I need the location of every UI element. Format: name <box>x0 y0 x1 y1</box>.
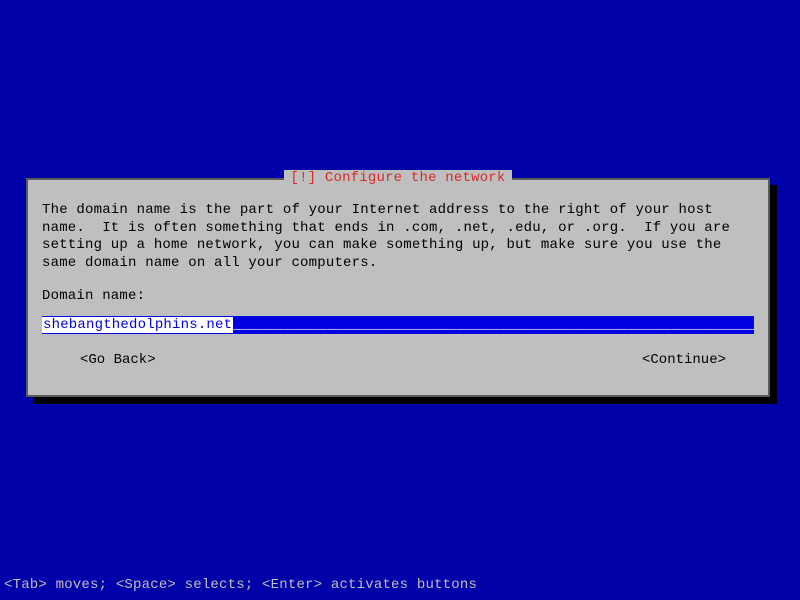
installer-screen: [!] Configure the network The domain nam… <box>0 0 800 600</box>
continue-button[interactable]: <Continue> <box>642 352 726 368</box>
go-back-button[interactable]: <Go Back> <box>80 352 156 368</box>
keyboard-hint: <Tab> moves; <Space> selects; <Enter> ac… <box>0 577 481 595</box>
help-text: The domain name is the part of your Inte… <box>42 202 754 272</box>
domain-name-value: shebangthedolphins.net <box>42 316 233 334</box>
configure-network-dialog: [!] Configure the network The domain nam… <box>26 178 770 397</box>
button-row: <Go Back> <Continue> <box>42 352 754 376</box>
dialog-body: The domain name is the part of your Inte… <box>28 180 768 384</box>
input-underscore-fill: ________________________________________… <box>233 316 754 334</box>
domain-name-input[interactable]: shebangthedolphins.net _________________… <box>42 316 754 334</box>
domain-name-label: Domain name: <box>42 288 754 306</box>
